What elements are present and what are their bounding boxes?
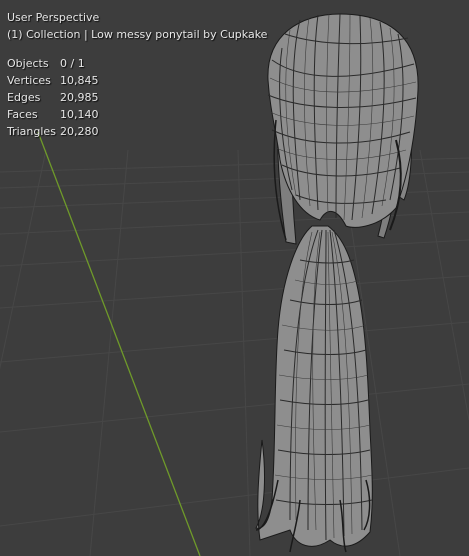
hair-mesh[interactable] xyxy=(255,13,419,553)
collection-info: (1) Collection | Low messy ponytail by C… xyxy=(7,28,268,41)
stat-label: Objects xyxy=(7,57,49,70)
stat-label: Edges xyxy=(7,91,41,104)
stat-edges: Edges 20,985 xyxy=(7,89,267,106)
stat-vertices: Vertices 10,845 xyxy=(7,72,267,89)
y-axis-line xyxy=(37,131,201,556)
stat-value: 20,280 xyxy=(60,125,99,138)
stat-objects: Objects 0 / 1 xyxy=(7,55,267,72)
stat-value: 20,985 xyxy=(60,91,99,104)
stat-faces: Faces 10,140 xyxy=(7,106,267,123)
stat-label: Vertices xyxy=(7,74,51,87)
stat-value: 10,845 xyxy=(60,74,99,87)
floor-grid xyxy=(0,149,469,556)
stat-value: 10,140 xyxy=(60,108,99,121)
viewport-text-info: User Perspective (1) Collection | Low me… xyxy=(7,9,267,140)
3d-viewport[interactable]: User Perspective (1) Collection | Low me… xyxy=(0,0,469,556)
stat-label: Faces xyxy=(7,108,38,121)
stat-triangles: Triangles 20,280 xyxy=(7,123,267,140)
stat-value: 0 / 1 xyxy=(60,57,85,70)
stat-label: Triangles xyxy=(7,125,56,138)
view-name: User Perspective xyxy=(7,11,100,24)
